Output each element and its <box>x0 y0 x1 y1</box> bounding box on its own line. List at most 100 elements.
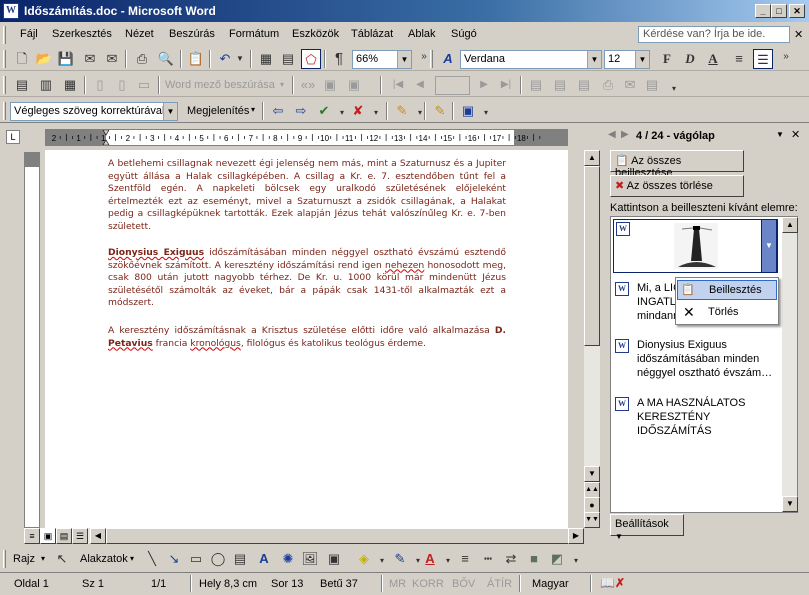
status-macro-record[interactable]: MR <box>389 578 406 590</box>
next-page-icon[interactable]: ▼▼ <box>584 512 600 528</box>
rectangle-icon[interactable]: ▭ <box>186 549 206 569</box>
document-page[interactable]: A betlehemi csillagnak nevezett égi jele… <box>45 150 568 528</box>
insert-word-field-button[interactable]: Word mező beszúrása <box>165 79 275 91</box>
toolbar-grip[interactable] <box>3 550 6 568</box>
document-area[interactable]: A betlehemi csillagnak nevezett égi jele… <box>45 150 568 528</box>
scroll-left-icon[interactable]: ◀ <box>90 528 106 544</box>
menu-help[interactable]: Súgó <box>451 28 477 40</box>
justify-icon[interactable]: ☰ <box>753 49 773 69</box>
line-color-icon[interactable]: ✎ <box>390 549 410 569</box>
scroll-thumb[interactable] <box>584 166 600 346</box>
chevron-down-icon[interactable]: ▾ <box>130 554 134 563</box>
diagram-icon[interactable]: ✺ <box>278 549 298 569</box>
chevron-down-icon[interactable]: ▾ <box>372 551 392 571</box>
menu-grip[interactable] <box>3 26 6 44</box>
previous-page-icon[interactable]: ▲▲ <box>584 482 600 498</box>
clipboard-scrollbar[interactable]: ▲ ▼ <box>782 217 798 512</box>
web-layout-view-icon[interactable]: ▣ <box>40 528 56 544</box>
merge-printer-icon[interactable]: ⎙ <box>598 75 618 95</box>
chevron-down-icon[interactable]: ▼ <box>397 51 411 68</box>
print-icon[interactable]: ⎙ <box>132 49 152 69</box>
maximize-button[interactable]: □ <box>771 4 787 18</box>
field-icon[interactable]: ▯ <box>90 75 110 95</box>
menu-format[interactable]: Formátum <box>229 28 279 40</box>
scroll-down-icon[interactable]: ▼ <box>584 466 600 482</box>
record-number-input[interactable] <box>435 76 470 95</box>
pane-close-icon[interactable]: ✕ <box>791 128 800 141</box>
manage-fields-icon[interactable]: ▥ <box>36 75 56 95</box>
clip-art-icon[interactable]: 🖼 <box>300 549 320 569</box>
toolbar-options-icon[interactable]: ▾ <box>664 79 684 99</box>
spelling-error-word[interactable]: nehezen <box>385 260 424 271</box>
insert-comment-icon[interactable]: ✎ <box>392 101 412 121</box>
arrow-icon[interactable]: ↘ <box>164 549 184 569</box>
chevron-down-icon[interactable]: ▼ <box>587 51 601 68</box>
drawing-toggle-icon[interactable]: ⬠ <box>301 49 321 69</box>
scroll-up-icon[interactable]: ▲ <box>782 217 798 233</box>
chevron-down-icon[interactable]: ▾ <box>272 75 292 95</box>
toolbar-grip[interactable] <box>430 50 433 68</box>
chevron-down-icon[interactable]: ▾ <box>366 103 386 123</box>
horizontal-ruler[interactable]: 2 1 1 2 3 4 5 6 7 8 9 10 11 12 13 14 15 16 17 18 <box>45 129 568 146</box>
track-changes-icon[interactable]: ✎ <box>430 101 450 121</box>
word-app-icon[interactable]: W <box>3 3 19 19</box>
pane-forward-icon[interactable]: ▶ <box>621 129 629 140</box>
next-record-icon[interactable]: ▶ <box>474 75 494 95</box>
chevron-down-icon[interactable]: ▼ <box>163 103 177 120</box>
paragraph-1[interactable]: A betlehemi csillagnak nevezett égi jele… <box>108 158 506 234</box>
status-overtype[interactable]: ÁTÍR <box>487 578 512 590</box>
outline-view-icon[interactable]: ☰ <box>72 528 88 544</box>
chevron-down-icon[interactable]: ▾ <box>251 105 255 114</box>
scroll-up-icon[interactable]: ▲ <box>584 150 600 166</box>
options-button[interactable]: Beállítások ▼ <box>610 514 684 541</box>
merge-icon[interactable]: ▣ <box>320 75 340 95</box>
print-preview-icon[interactable]: 🔍 <box>156 49 176 69</box>
line-icon[interactable]: ╲ <box>142 549 162 569</box>
shadow-style-icon[interactable]: ■ <box>524 549 544 569</box>
permission-icon[interactable]: ✉ <box>80 49 100 69</box>
text-box-icon[interactable]: ▤ <box>230 549 250 569</box>
paragraph-2[interactable]: Dionysius Exiguus időszámításában minden… <box>108 247 506 310</box>
show-formatting-icon[interactable]: ¶ <box>329 49 349 69</box>
menu-window[interactable]: Ablak <box>408 28 436 40</box>
menu-insert[interactable]: Beszúrás <box>169 28 215 40</box>
reject-change-icon[interactable]: ✘ <box>348 101 368 121</box>
font-select[interactable]: Verdana ▼ <box>460 50 602 69</box>
insert-hyperlink-icon[interactable]: ▦ <box>256 49 276 69</box>
email-icon[interactable]: ✉ <box>102 49 122 69</box>
scroll-right-icon[interactable]: ▶ <box>568 528 584 544</box>
draw-menu-button[interactable]: Rajz <box>13 553 35 565</box>
show-menu-button[interactable]: Megjelenítés <box>187 105 249 117</box>
tables-borders-icon[interactable]: ▤ <box>278 49 298 69</box>
menu-file[interactable]: Fájl <box>20 28 38 40</box>
chevron-down-icon[interactable]: ▾ <box>476 103 496 123</box>
menu-item-delete[interactable]: ✕ Törlés <box>677 303 777 323</box>
zoom-select[interactable]: 66% ▼ <box>352 50 412 69</box>
item-menu-chevron-icon[interactable]: ▼ <box>761 219 777 273</box>
fill-color-icon[interactable]: ◈ <box>354 549 374 569</box>
browse-object-icon[interactable]: ● <box>584 497 600 513</box>
paragraph-3[interactable]: A keresztény időszámításnak a Krisztus s… <box>108 325 506 350</box>
picture-icon[interactable]: ▣ <box>324 549 344 569</box>
3d-style-icon[interactable]: ◩ <box>547 549 567 569</box>
status-language[interactable]: Magyar <box>532 578 569 590</box>
pane-menu-icon[interactable]: ▼ <box>776 130 784 139</box>
undo-dropdown-icon[interactable]: ▼ <box>230 49 250 69</box>
font-color-icon[interactable]: A <box>420 549 440 569</box>
font-size-select[interactable]: 12 ▼ <box>604 50 650 69</box>
paste-icon[interactable]: 📋 <box>186 49 206 69</box>
align-right-icon[interactable]: ≡ <box>729 49 749 69</box>
toolbar-overflow-icon[interactable]: » <box>776 47 796 67</box>
print-layout-view-icon[interactable]: ▤ <box>56 528 72 544</box>
horizontal-scroll-thumb[interactable] <box>106 528 571 544</box>
open-icon[interactable]: 📂 <box>34 49 54 69</box>
save-icon[interactable]: 💾 <box>56 49 76 69</box>
horizontal-scrollbar[interactable]: ≡ ▣ ▤ ☰ ◀ ▶ <box>24 528 584 544</box>
status-track-changes[interactable]: KORR <box>412 578 444 590</box>
first-record-icon[interactable]: |◀ <box>388 75 408 95</box>
menu-edit[interactable]: Szerkesztés <box>52 28 112 40</box>
clipboard-item-image[interactable]: W <box>613 219 778 273</box>
spelling-error-word[interactable]: kronológus <box>190 338 241 349</box>
vertical-scrollbar[interactable]: ▲ ▼ ▲▲ ● ▼▼ <box>584 150 600 528</box>
tab-selector-icon[interactable]: L <box>6 130 20 144</box>
